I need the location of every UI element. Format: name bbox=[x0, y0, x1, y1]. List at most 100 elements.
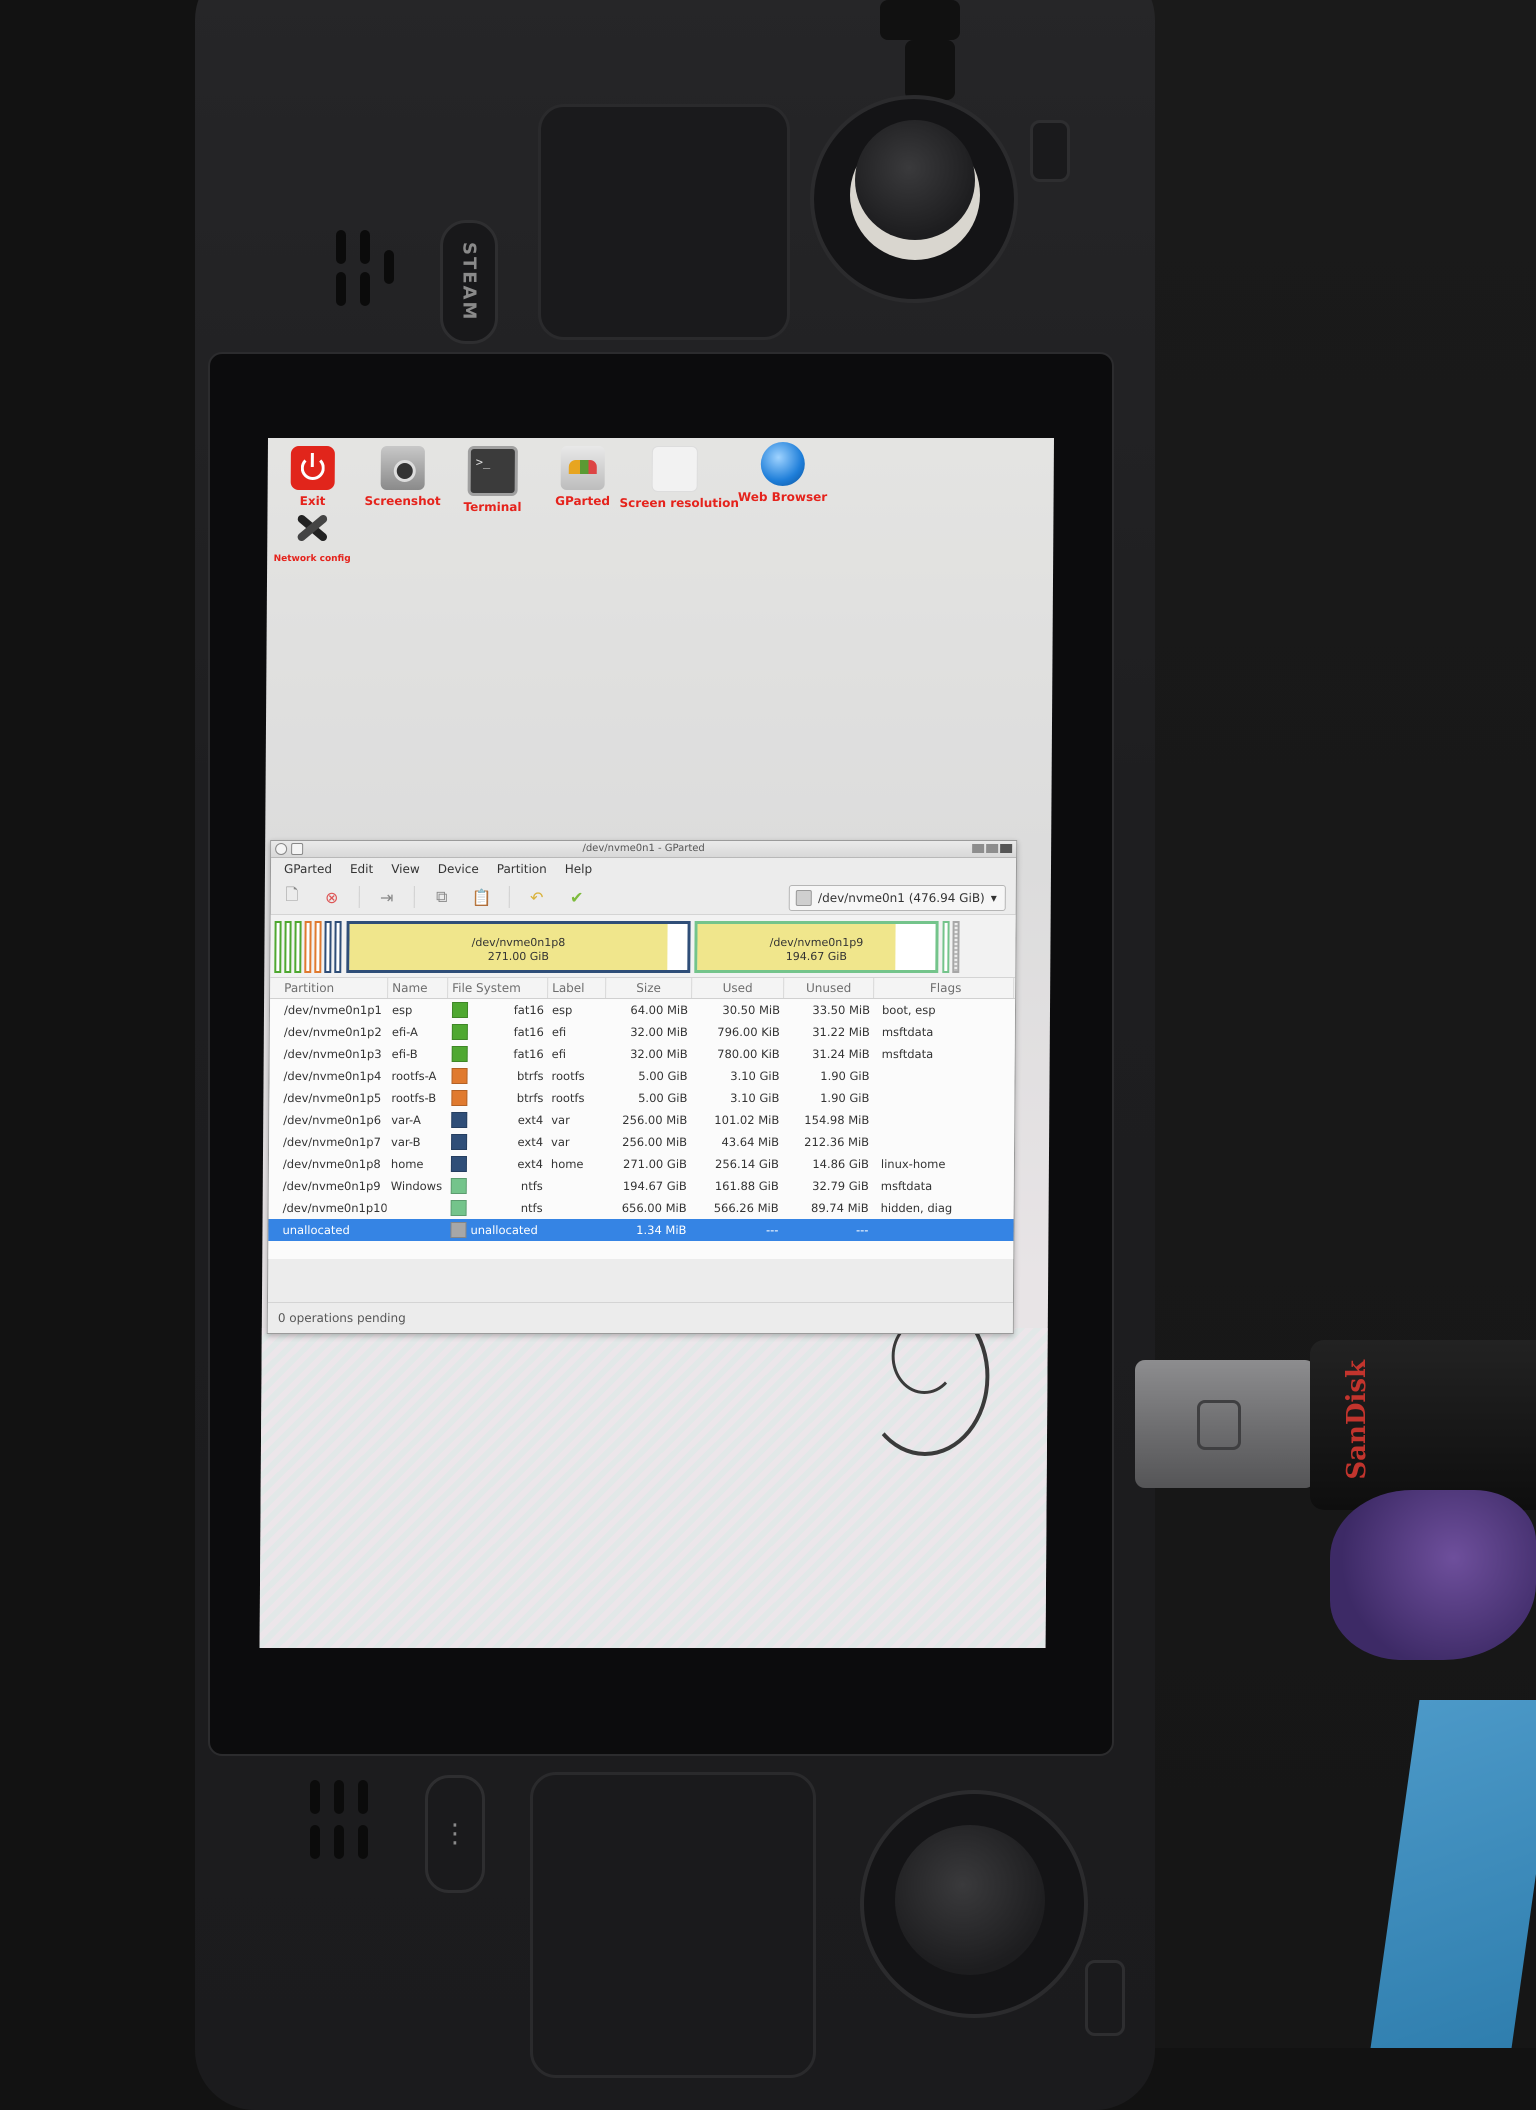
left-trackpad bbox=[538, 104, 790, 340]
table-row[interactable]: unallocated unallocated 1.34 MiB --- --- bbox=[268, 1219, 1014, 1241]
col-name[interactable]: Name bbox=[388, 978, 449, 998]
cell-label: efi bbox=[551, 1025, 567, 1039]
diskmap-p7[interactable] bbox=[334, 921, 342, 973]
cell-name: home bbox=[390, 1157, 424, 1171]
desktop-icon-screen-resolution[interactable]: Screen resolution bbox=[619, 446, 739, 510]
keychain-sticker bbox=[1330, 1490, 1536, 1660]
diskmap-p8[interactable]: /dev/nvme0n1p8 271.00 GiB bbox=[346, 921, 691, 973]
undo-button[interactable]: ↶ bbox=[524, 885, 550, 909]
col-unused[interactable]: Unused bbox=[784, 978, 875, 998]
cell-filesystem: fat16 bbox=[448, 1002, 548, 1018]
device-selector[interactable]: /dev/nvme0n1 (476.94 GiB) ▾ bbox=[788, 885, 1006, 911]
cell-used: 43.64 MiB bbox=[721, 1135, 780, 1149]
col-label[interactable]: Label bbox=[548, 978, 607, 998]
diskmap-p1[interactable] bbox=[274, 921, 282, 973]
cell-partition: /dev/nvme0n1p1 bbox=[283, 1003, 382, 1017]
gparted-window[interactable]: /dev/nvme0n1 - GParted GParted Edit View… bbox=[266, 840, 1018, 1334]
minimize-button[interactable] bbox=[972, 844, 985, 853]
table-row[interactable]: /dev/nvme0n1p1 esp fat16 esp 64.00 MiB 30.50 … bbox=[270, 999, 1015, 1021]
filesystem-color-swatch bbox=[451, 1046, 468, 1062]
table-row[interactable]: /dev/nvme0n1p7 var-B ext4 var 256.00 MiB 43.6… bbox=[269, 1131, 1014, 1153]
apply-button[interactable]: ✔ bbox=[564, 885, 590, 909]
window-titlebar[interactable]: /dev/nvme0n1 - GParted bbox=[271, 841, 1017, 858]
diskmap-unallocated[interactable] bbox=[952, 921, 960, 973]
toolbar-separator bbox=[413, 886, 415, 908]
filesystem-color-swatch bbox=[450, 1178, 467, 1194]
cell-unused: 212.36 MiB bbox=[804, 1135, 870, 1149]
maximize-button[interactable] bbox=[986, 844, 999, 853]
delete-button[interactable]: ⊗ bbox=[319, 885, 345, 909]
table-row[interactable]: /dev/nvme0n1p6 var-A ext4 var 256.00 MiB 101.… bbox=[269, 1109, 1014, 1131]
diskmap-p8-size: 271.00 GiB bbox=[487, 950, 549, 963]
cell-name: var-B bbox=[391, 1135, 421, 1149]
cell-unused: 89.74 MiB bbox=[810, 1201, 869, 1215]
right-trackpad bbox=[530, 1772, 816, 2078]
paste-button[interactable]: 📋 bbox=[469, 885, 495, 909]
table-row[interactable]: /dev/nvme0n1p8 home ext4 home 271.00 GiB 256.… bbox=[269, 1153, 1014, 1175]
chevron-down-icon: ▾ bbox=[990, 891, 997, 905]
cell-name: efi-B bbox=[391, 1047, 418, 1061]
left-stick bbox=[895, 1825, 1045, 1975]
desktop-icon-network-config[interactable]: Network config bbox=[260, 506, 368, 564]
diskmap-p6[interactable] bbox=[324, 921, 332, 973]
speaker-grille bbox=[384, 250, 394, 284]
table-row[interactable]: /dev/nvme0n1p2 efi-A fat16 efi 32.00 MiB 796.… bbox=[270, 1021, 1015, 1043]
undo-icon: ↶ bbox=[530, 887, 544, 907]
col-filesystem[interactable]: File System bbox=[448, 978, 549, 998]
col-used[interactable]: Used bbox=[692, 978, 785, 998]
menu-view[interactable]: View bbox=[382, 862, 429, 876]
new-partition-button[interactable]: 🗋 bbox=[279, 885, 305, 909]
usb-brand-label: SanDisk bbox=[1342, 1360, 1372, 1480]
cell-name: var-A bbox=[391, 1113, 421, 1127]
status-bar: 0 operations pending bbox=[267, 1302, 1013, 1333]
table-row[interactable]: /dev/nvme0n1p9 Windows ntfs 194.67 GiB 161.8… bbox=[269, 1175, 1014, 1197]
cell-flags: msftdata bbox=[881, 1025, 934, 1039]
diskmap-p2[interactable] bbox=[284, 921, 292, 973]
filesystem-type: unallocated bbox=[470, 1223, 538, 1237]
cell-filesystem: fat16 bbox=[448, 1046, 548, 1062]
table-row[interactable]: /dev/nvme0n1p3 efi-B fat16 efi 32.00 MiB 780.… bbox=[270, 1043, 1015, 1065]
cell-size: 5.00 GiB bbox=[638, 1069, 688, 1083]
desktop-icon-web-browser[interactable]: Web Browser bbox=[728, 442, 838, 504]
menu-partition[interactable]: Partition bbox=[488, 862, 556, 876]
globe-icon bbox=[760, 442, 805, 486]
cell-size: 1.34 MiB bbox=[636, 1223, 687, 1237]
cell-size: 256.00 MiB bbox=[622, 1135, 688, 1149]
cell-partition: /dev/nvme0n1p6 bbox=[283, 1113, 382, 1127]
tools-icon bbox=[290, 506, 334, 550]
cell-flags: linux-home bbox=[880, 1157, 946, 1171]
diskmap-p5[interactable] bbox=[314, 921, 322, 973]
diskmap-p3[interactable] bbox=[294, 921, 302, 973]
col-size[interactable]: Size bbox=[606, 978, 693, 998]
menu-gparted[interactable]: GParted bbox=[275, 862, 341, 876]
cell-partition: /dev/nvme0n1p3 bbox=[283, 1047, 382, 1061]
table-row[interactable]: /dev/nvme0n1p4 rootfs-A btrfs rootfs 5.00 Gi… bbox=[269, 1065, 1014, 1087]
diskmap-p4[interactable] bbox=[304, 921, 312, 973]
resize-icon: ⇥ bbox=[380, 887, 394, 907]
power-icon bbox=[290, 446, 335, 490]
cell-label: var bbox=[551, 1135, 570, 1149]
close-button[interactable] bbox=[1000, 844, 1013, 853]
cell-used: 3.10 GiB bbox=[730, 1069, 780, 1083]
speaker-grille bbox=[358, 1825, 368, 1859]
cell-used: 796.00 KiB bbox=[717, 1025, 780, 1039]
cell-label: home bbox=[550, 1157, 584, 1171]
resize-move-button[interactable]: ⇥ bbox=[374, 885, 400, 909]
col-partition[interactable]: Partition bbox=[270, 978, 389, 998]
menu-help[interactable]: Help bbox=[556, 862, 601, 876]
menu-edit[interactable]: Edit bbox=[341, 862, 382, 876]
cell-used: 780.00 KiB bbox=[717, 1047, 780, 1061]
filesystem-type: ntfs bbox=[520, 1179, 543, 1193]
diskmap-p10[interactable] bbox=[942, 921, 950, 973]
table-row[interactable]: /dev/nvme0n1p5 rootfs-B btrfs rootfs 5.00 Gi… bbox=[269, 1087, 1014, 1109]
cell-filesystem: btrfs bbox=[447, 1090, 547, 1106]
cell-unused: 1.90 GiB bbox=[820, 1091, 870, 1105]
copy-button[interactable]: ⧉ bbox=[429, 885, 455, 909]
col-flags[interactable]: Flags bbox=[874, 978, 1015, 998]
menu-device[interactable]: Device bbox=[429, 862, 488, 876]
dpad-up bbox=[880, 0, 960, 40]
cell-size: 64.00 MiB bbox=[630, 1003, 689, 1017]
diskmap-p9[interactable]: /dev/nvme0n1p9 194.67 GiB bbox=[694, 921, 939, 973]
window-menu-icon[interactable] bbox=[275, 843, 288, 855]
table-row[interactable]: /dev/nvme0n1p10 ntfs 656.00 MiB 566.26 MiB 8… bbox=[269, 1197, 1014, 1219]
